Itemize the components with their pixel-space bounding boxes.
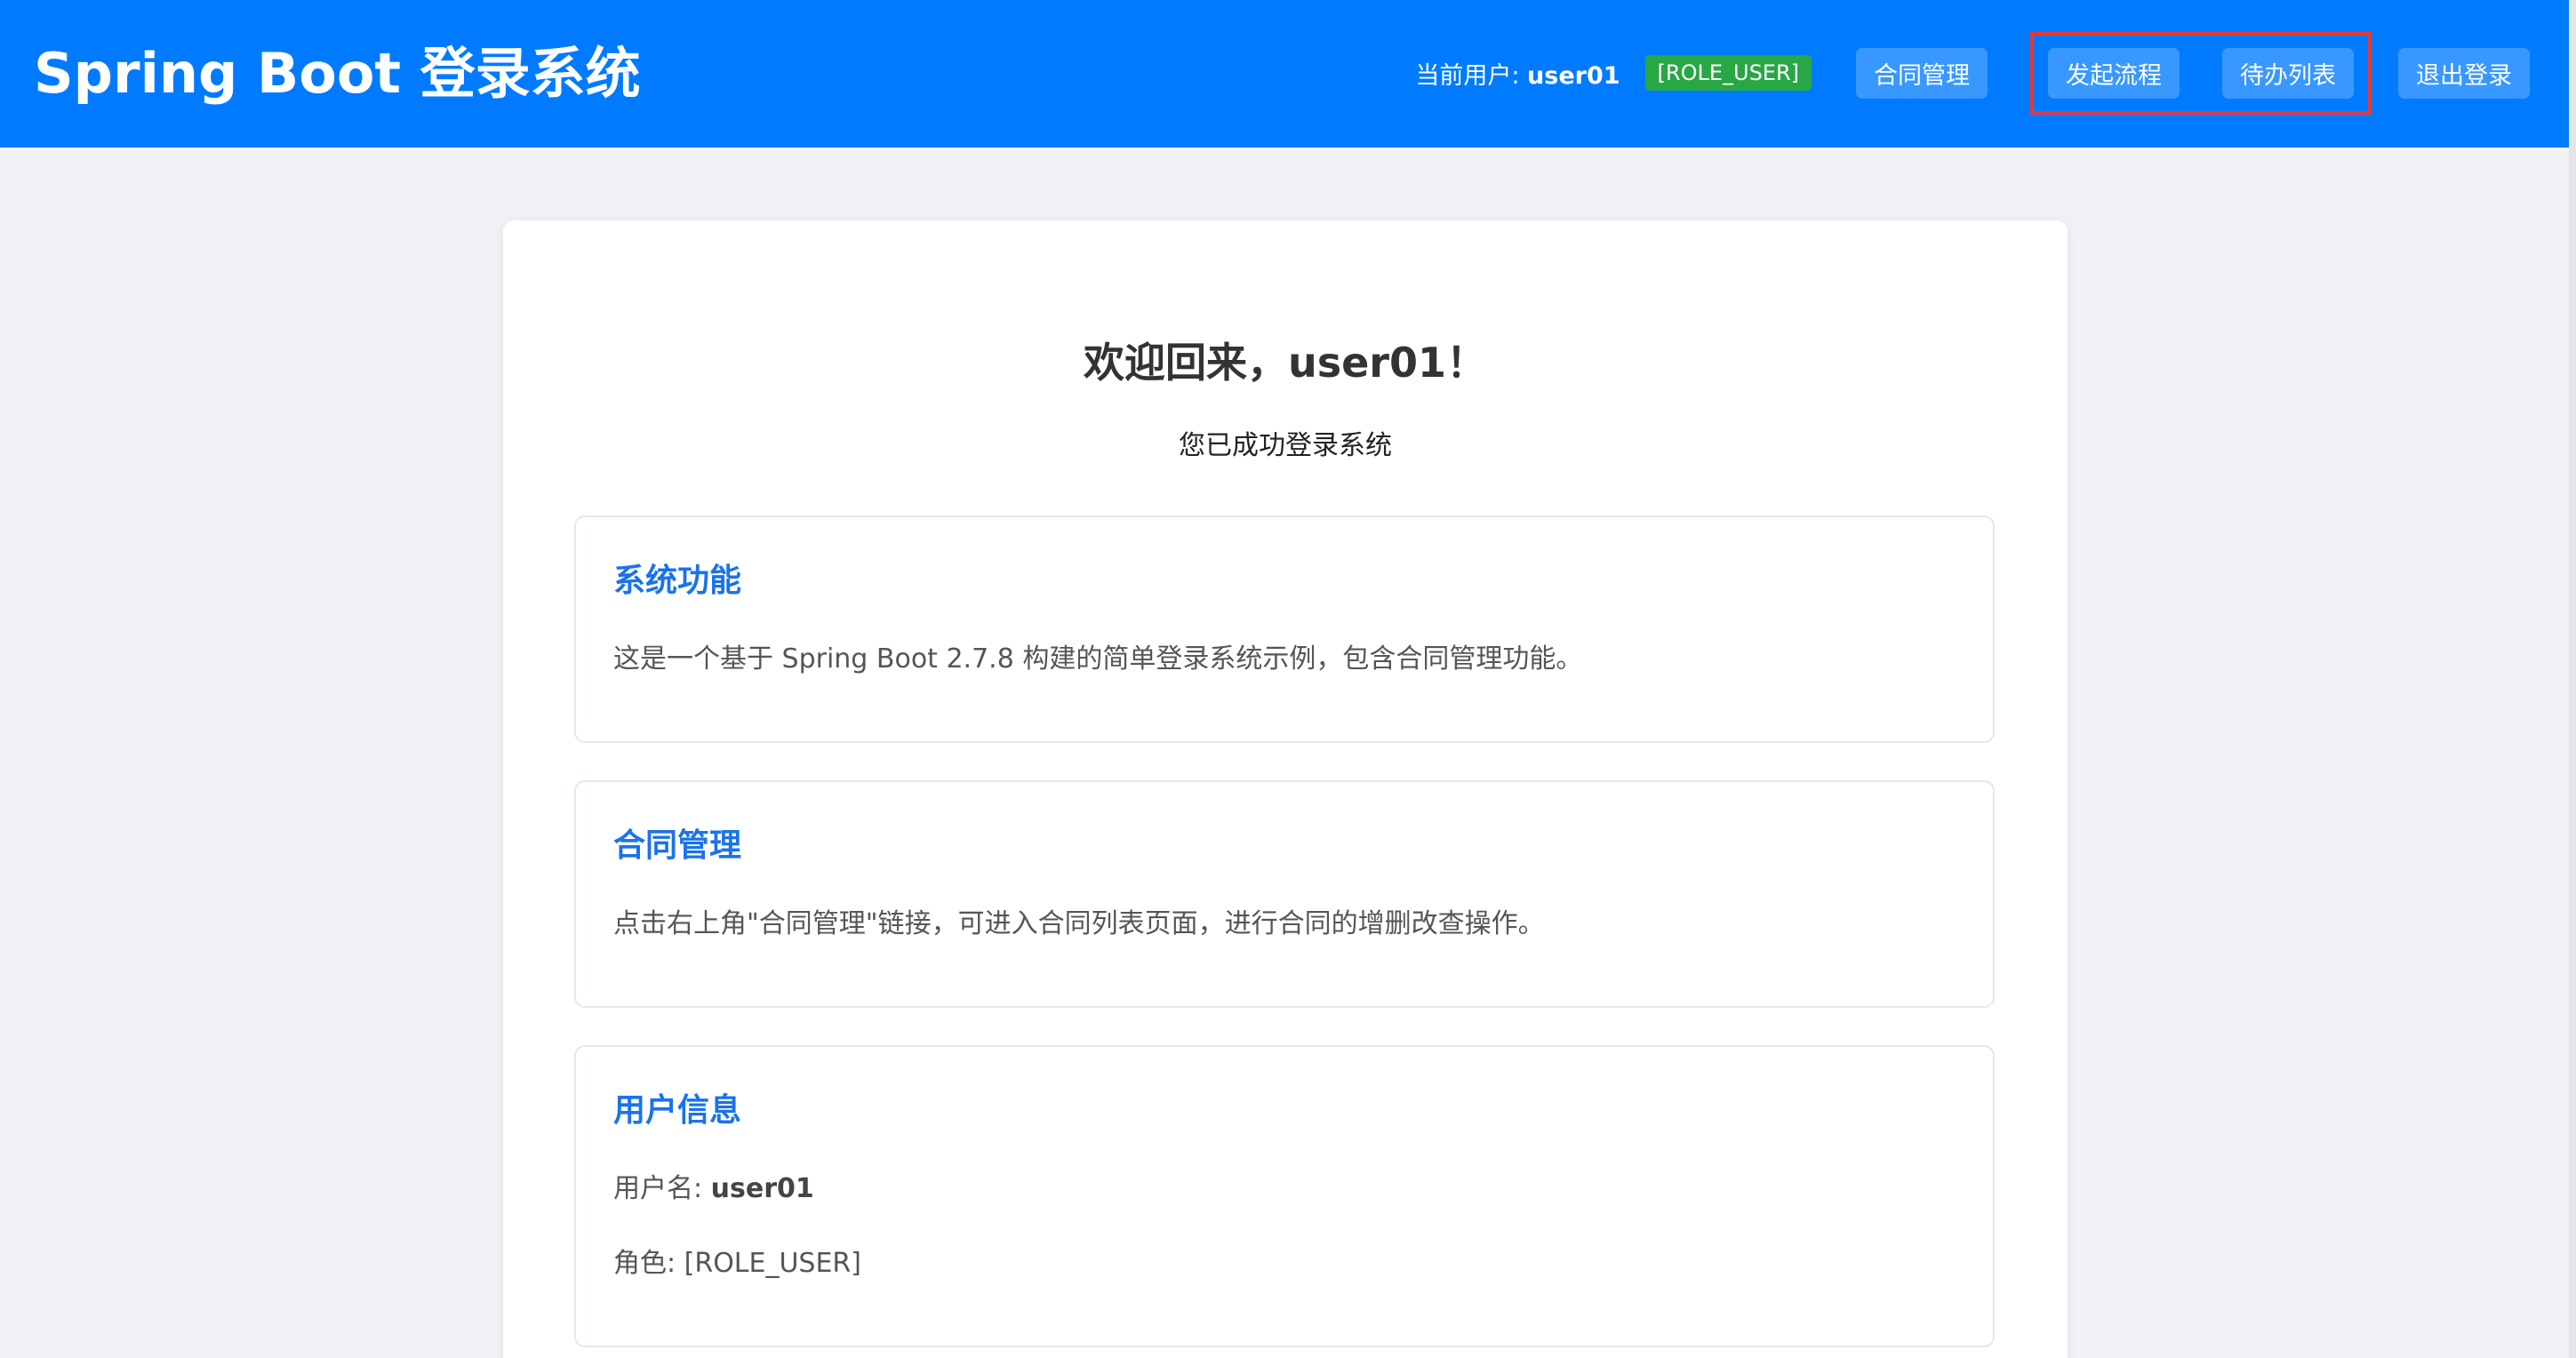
brand-title: Spring Boot 登录系统	[34, 41, 641, 106]
section-text: 点击右上角"合同管理"链接，可进入合同列表页面，进行合同的增删改查操作。	[613, 908, 1545, 939]
header-nav: 当前用户: user01 [ROLE_USER] 合同管理 发起流程 待办列表 …	[1415, 31, 2530, 115]
username-value: user01	[710, 1173, 814, 1204]
current-user: 当前用户: user01	[1415, 56, 1620, 91]
section-title: 用户信息	[613, 1092, 742, 1129]
current-user-name: user01	[1527, 61, 1620, 90]
header-bar: Spring Boot 登录系统 当前用户: user01 [ROLE_USER…	[0, 0, 2569, 148]
section-system-features: 系统功能 这是一个基于 Spring Boot 2.7.8 构建的简单登录系统示…	[574, 515, 1995, 743]
welcome-title: 欢迎回来，user01！	[1083, 339, 1488, 387]
section-contract-management: 合同管理 点击右上角"合同管理"链接，可进入合同列表页面，进行合同的增删改查操作…	[574, 780, 1995, 1008]
nav-start-process-button[interactable]: 发起流程	[2048, 47, 2180, 99]
logout-button[interactable]: 退出登录	[2398, 47, 2530, 99]
section-user-info: 用户信息 用户名: user01 角色: [ROLE_USER]	[574, 1045, 1995, 1347]
welcome-subtitle: 您已成功登录系统	[1179, 430, 1392, 461]
current-user-label: 当前用户:	[1415, 61, 1528, 90]
username-line: 用户名: user01	[613, 1166, 814, 1205]
section-title: 系统功能	[613, 563, 742, 599]
nav-contracts-button[interactable]: 合同管理	[1856, 47, 1988, 99]
username-label: 用户名:	[613, 1173, 711, 1204]
section-title: 合同管理	[613, 827, 742, 864]
highlight-box: 发起流程 待办列表	[2030, 31, 2372, 115]
section-text: 这是一个基于 Spring Boot 2.7.8 构建的简单登录系统示例，包含合…	[613, 643, 1583, 675]
role-badge: [ROLE_USER]	[1644, 55, 1812, 91]
page: Spring Boot 登录系统 当前用户: user01 [ROLE_USER…	[0, 0, 2576, 1358]
window-edge	[2569, 0, 2576, 1358]
nav-todo-list-button[interactable]: 待办列表	[2222, 47, 2354, 99]
role-line: 角色: [ROLE_USER]	[613, 1248, 861, 1279]
main-card: 欢迎回来，user01！ 您已成功登录系统 系统功能 这是一个基于 Spring…	[503, 220, 2068, 1358]
